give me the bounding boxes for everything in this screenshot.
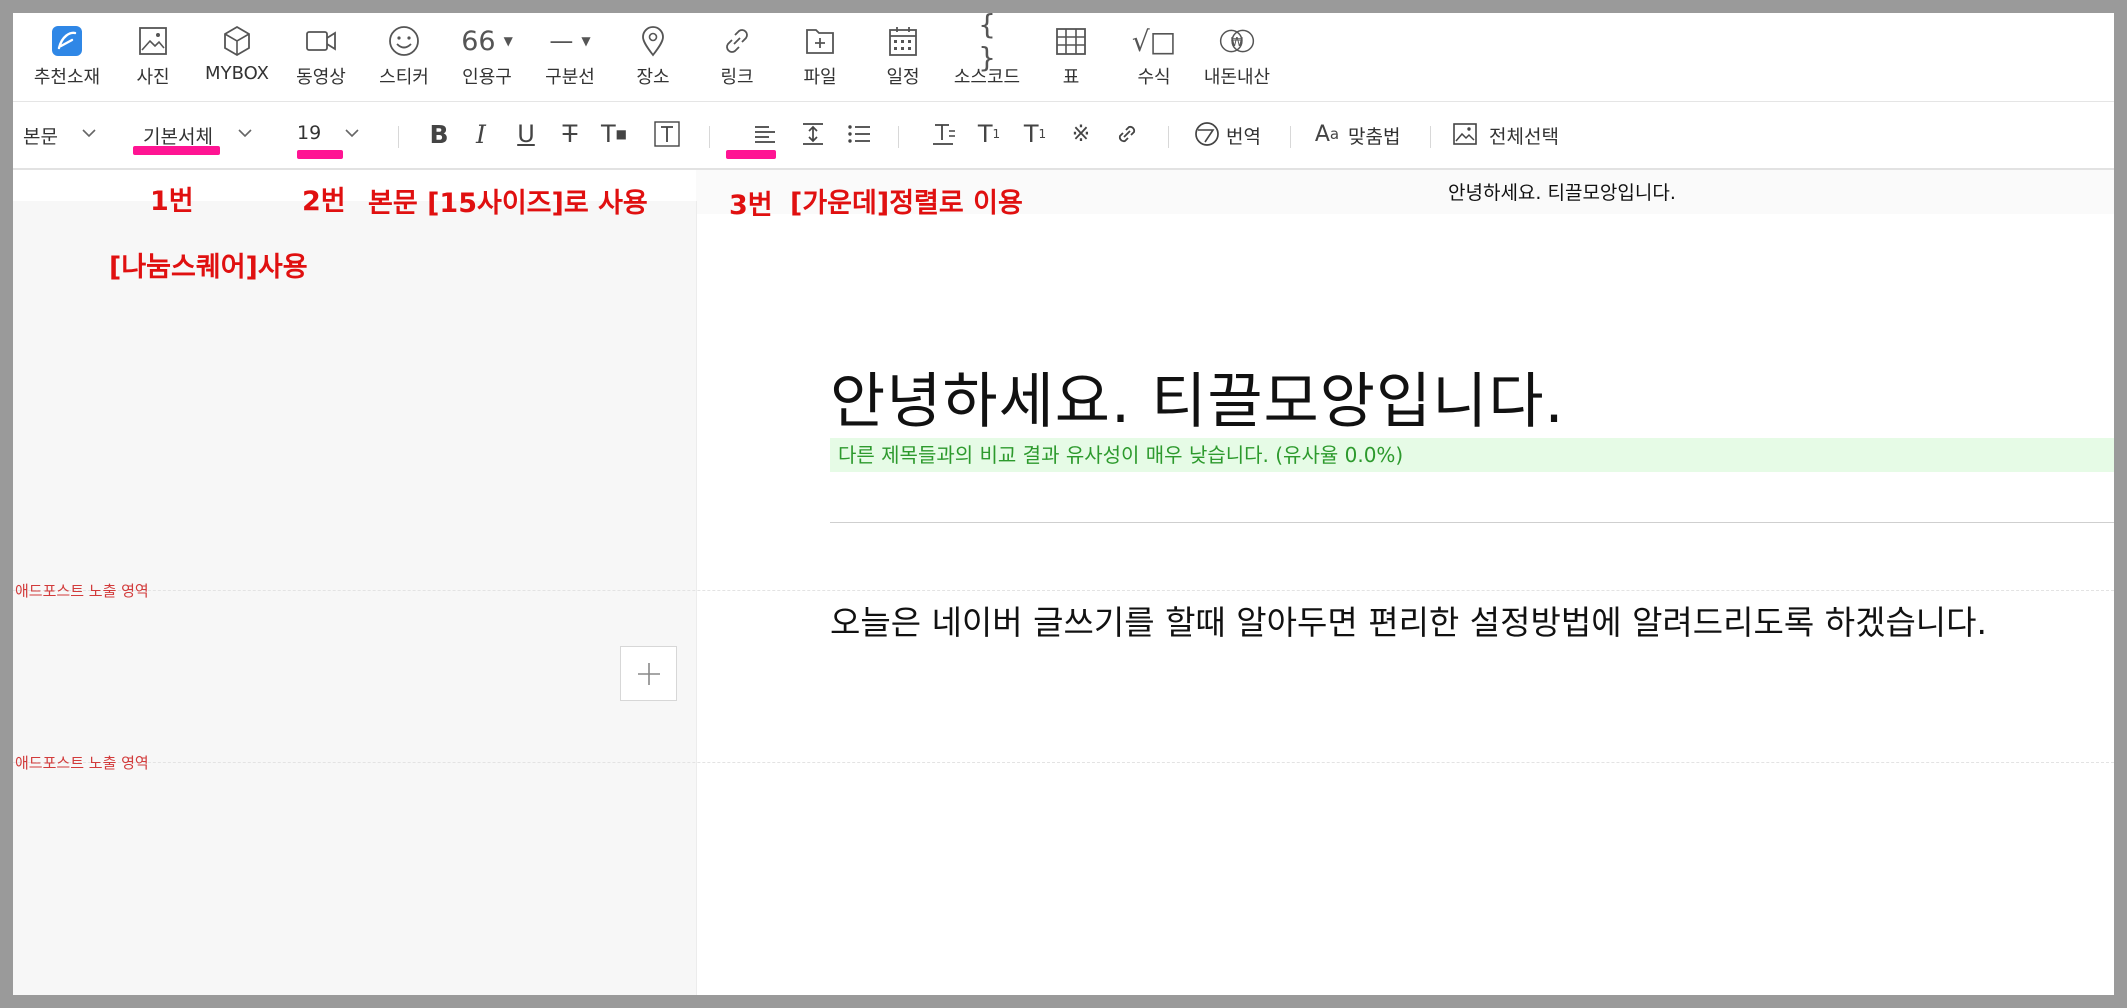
annotation-3-detail: [가운데]정렬로 이용 <box>790 188 1023 219</box>
highlight-marker-1 <box>133 146 220 155</box>
toolbar-separator <box>709 126 710 148</box>
image-icon[interactable] <box>1449 118 1481 150</box>
highlight-marker-2 <box>297 150 343 159</box>
toolbar-separator <box>1168 126 1169 148</box>
adpost-area-label: 애드포스트 노출 영역 <box>15 582 149 600</box>
translate-icon[interactable] <box>1191 118 1223 150</box>
quote-icon: 66 ▼ <box>461 25 513 57</box>
annotation-2-detail: 본문 [15사이즈]로 사용 <box>368 188 648 219</box>
code-braces-icon: { } <box>978 13 996 74</box>
spellcheck-icon[interactable]: Aa <box>1311 118 1343 150</box>
spellcheck-button[interactable]: 맞춤법 <box>1348 122 1400 149</box>
text-background-icon[interactable] <box>651 118 683 150</box>
align-left-icon[interactable] <box>749 118 781 150</box>
bulleted-list-icon[interactable] <box>843 118 875 150</box>
add-component-button[interactable] <box>620 646 677 701</box>
adpost-area-line <box>13 590 2114 591</box>
adpost-area-label: 애드포스트 노출 영역 <box>15 754 149 772</box>
svg-text:₩: ₩ <box>1231 35 1243 49</box>
naver-recommend-icon <box>49 23 85 59</box>
subscript-icon[interactable]: T1 <box>1019 118 1051 150</box>
formula-sqrt-icon: √□ <box>1131 24 1177 58</box>
underline-icon[interactable]: U <box>510 118 542 150</box>
superscript-icon[interactable]: T1 <box>973 118 1005 150</box>
map-pin-icon <box>635 23 671 59</box>
insert-toolbar: 추천소재 사진 MYBOX 동영상 스티커 66 ▼ 인용구 — ▼ 구분선 장… <box>13 13 2114 101</box>
line-height-icon[interactable] <box>797 118 829 150</box>
tool-naedon[interactable]: ₩ 내돈내산 <box>1197 13 1277 101</box>
editor-window: 추천소재 사진 MYBOX 동영상 스티커 66 ▼ 인용구 — ▼ 구분선 장… <box>13 13 2114 995</box>
chevron-down-icon[interactable] <box>236 124 254 142</box>
smiley-icon <box>386 23 422 59</box>
translate-button[interactable]: 번역 <box>1226 122 1261 149</box>
similarity-notice: 다른 제목들과의 비교 결과 유사성이 매우 낮습니다. (유사율 0.0%) <box>830 438 2114 472</box>
won-coin-icon: ₩ <box>1219 23 1255 59</box>
link-icon <box>719 23 755 59</box>
cube-icon <box>219 23 255 59</box>
tool-photo[interactable]: 사진 <box>113 13 193 101</box>
strikethrough-icon[interactable]: T <box>554 118 586 150</box>
divider-icon: — ▼ <box>549 27 591 55</box>
special-char-icon[interactable]: ※ <box>1065 118 1097 150</box>
toolbar-separator <box>1430 126 1431 148</box>
toolbar-separator <box>898 126 899 148</box>
adpost-area-line <box>13 762 2114 763</box>
font-size-select[interactable]: 19 <box>297 122 321 144</box>
annotation-1-detail: [나눔스퀘어]사용 <box>109 252 308 283</box>
toolbar-separator <box>398 126 399 148</box>
paragraph-style-select[interactable]: 본문 <box>23 122 58 149</box>
link-icon[interactable] <box>1111 118 1143 150</box>
chevron-down-icon[interactable] <box>343 124 361 142</box>
plus-icon <box>637 662 660 685</box>
chevron-down-icon[interactable] <box>80 124 98 142</box>
annotation-1: 1번 <box>150 186 194 217</box>
italic-icon[interactable]: I <box>465 118 497 150</box>
calendar-icon <box>885 23 921 59</box>
image-icon <box>135 23 171 59</box>
text-color-icon[interactable]: T ■ <box>598 118 630 150</box>
video-icon <box>303 23 339 59</box>
font-family-select[interactable]: 기본서체 <box>143 122 213 149</box>
highlight-marker-3 <box>726 150 776 159</box>
document-body-text[interactable]: 오늘은 네이버 글쓰기를 할때 알아두면 편리한 설정방법에 알려드리도록 하겠… <box>830 596 1987 644</box>
document-top-title: 안녕하세요. 티끌모앙입니다. <box>1448 182 1676 204</box>
annotation-2: 2번 <box>302 186 346 217</box>
text-style-icon[interactable] <box>927 118 959 150</box>
select-all-button[interactable]: 전체선택 <box>1489 122 1559 149</box>
tool-label: 내돈내산 <box>1203 67 1271 88</box>
document-title[interactable]: 안녕하세요. 티끌모앙입니다. <box>830 353 1565 440</box>
bold-icon[interactable]: B <box>423 118 455 150</box>
toolbar-separator <box>1290 126 1291 148</box>
annotation-3: 3번 <box>729 190 773 221</box>
file-add-icon <box>802 23 838 59</box>
table-icon <box>1053 23 1089 59</box>
title-divider <box>830 522 2114 523</box>
